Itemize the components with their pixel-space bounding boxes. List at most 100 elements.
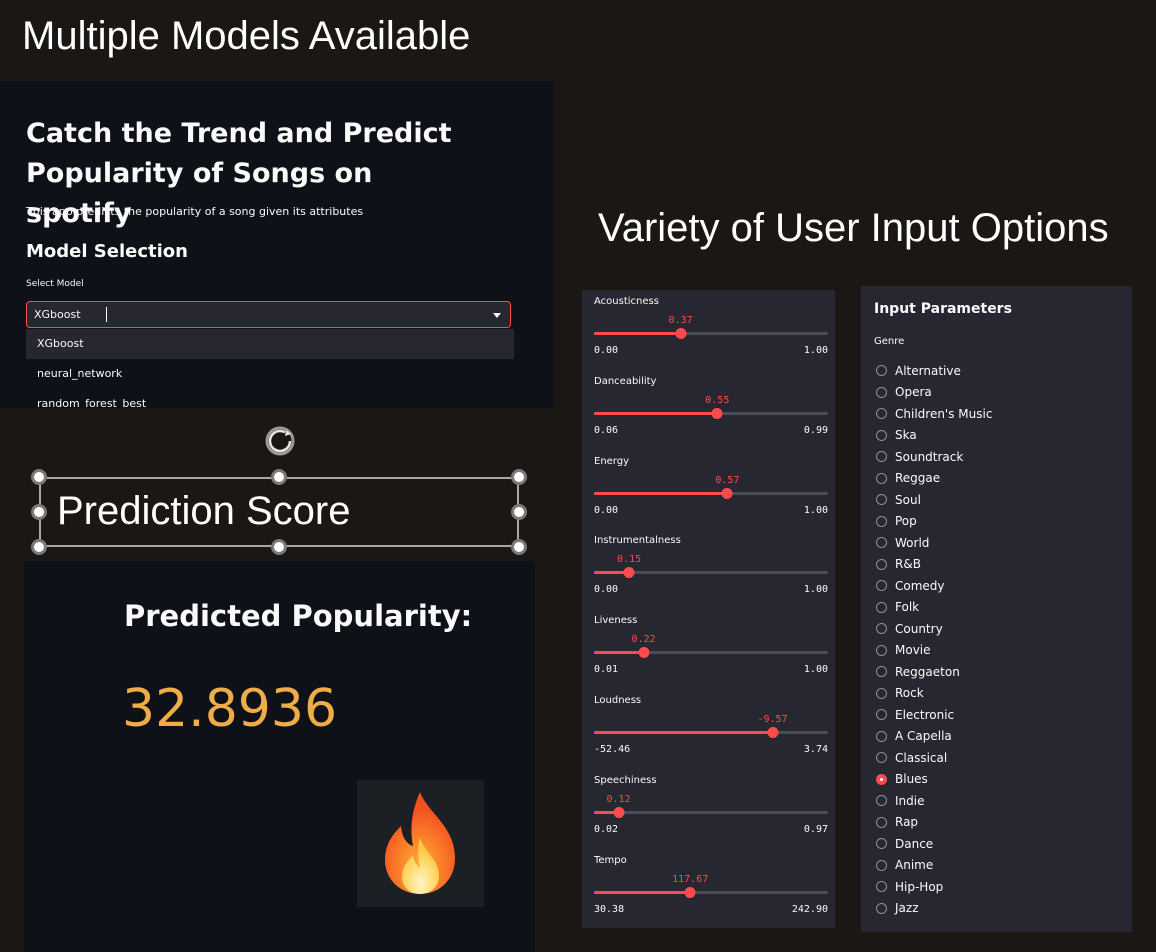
radio-button-icon[interactable]: [876, 623, 887, 635]
slider-thumb[interactable]: [623, 567, 635, 579]
radio-button-icon[interactable]: [876, 644, 887, 656]
resize-handle-top-right[interactable]: [511, 469, 527, 485]
slider-thumb[interactable]: [638, 647, 650, 659]
radio-button-icon[interactable]: [876, 494, 887, 506]
slider-thumb[interactable]: [721, 487, 733, 499]
slider-liveness[interactable]: Liveness 0.22 0.01 1.00: [582, 609, 835, 689]
genre-option[interactable]: Opera: [876, 382, 992, 404]
resize-handle-bottom[interactable]: [271, 539, 287, 555]
genre-option[interactable]: Folk: [876, 597, 992, 619]
radio-button-icon[interactable]: [876, 687, 887, 699]
resize-handle-bottom-left[interactable]: [31, 539, 47, 555]
genre-option[interactable]: Electronic: [876, 704, 992, 726]
slider-track[interactable]: [594, 647, 828, 659]
genre-option[interactable]: World: [876, 532, 992, 554]
genre-option[interactable]: Hip-Hop: [876, 876, 992, 898]
model-select[interactable]: XGboost: [26, 301, 511, 328]
slider-thumb[interactable]: [684, 886, 696, 898]
radio-button-icon[interactable]: [876, 773, 887, 785]
resize-handle-top[interactable]: [271, 469, 287, 485]
radio-button-icon[interactable]: [876, 666, 887, 678]
genre-option[interactable]: Rap: [876, 812, 992, 834]
slider-thumb[interactable]: [711, 407, 723, 419]
radio-button-icon[interactable]: [876, 601, 887, 613]
radio-button-icon[interactable]: [876, 859, 887, 871]
genre-option[interactable]: Alternative: [876, 360, 992, 382]
genre-option[interactable]: A Capella: [876, 726, 992, 748]
slider-min: 0.06: [594, 424, 619, 436]
genre-option[interactable]: Reggaeton: [876, 661, 992, 683]
radio-button-icon[interactable]: [876, 730, 887, 742]
model-selection-heading: Model Selection: [26, 241, 188, 262]
genre-option[interactable]: R&B: [876, 554, 992, 576]
slider-thumb[interactable]: [767, 727, 779, 738]
genre-option[interactable]: Ska: [876, 425, 992, 447]
radio-button-icon[interactable]: [876, 558, 887, 570]
caption-prediction-score[interactable]: Prediction Score: [57, 491, 350, 531]
slider-track[interactable]: [594, 727, 828, 738]
radio-button-icon[interactable]: [876, 881, 887, 893]
genre-option[interactable]: Reggae: [876, 468, 992, 490]
slider-track[interactable]: [594, 328, 828, 339]
slider-thumb[interactable]: [613, 806, 625, 818]
genre-option[interactable]: Anime: [876, 855, 992, 877]
resize-handle-right[interactable]: [511, 504, 527, 520]
genre-option[interactable]: Comedy: [876, 575, 992, 597]
genre-option[interactable]: Dance: [876, 833, 992, 855]
model-option-neural-network[interactable]: neural_network: [26, 359, 514, 389]
genre-option[interactable]: Rock: [876, 683, 992, 705]
slider-acousticness[interactable]: Acousticness 0.37 0.00 1.00: [582, 290, 835, 370]
genre-radio-group: Alternative Opera Children's Music Ska Sound…: [876, 360, 992, 919]
slider-track[interactable]: [594, 806, 828, 818]
chevron-down-icon[interactable]: [493, 313, 501, 318]
model-option-random-forest[interactable]: random_forest_best: [26, 389, 514, 408]
model-option-xgboost[interactable]: XGboost: [26, 329, 514, 359]
radio-button-icon[interactable]: [876, 838, 887, 850]
slider-tempo[interactable]: Tempo 117.67 30.38 242.90: [582, 849, 835, 929]
slider-loudness[interactable]: Loudness -9.57 -52.46 3.74: [582, 689, 835, 769]
radio-button-icon[interactable]: [876, 365, 887, 377]
radio-button-icon[interactable]: [876, 816, 887, 828]
radio-button-icon[interactable]: [876, 752, 887, 764]
slider-track[interactable]: [594, 567, 828, 579]
slider-min: 30.38: [594, 903, 625, 915]
slider-track[interactable]: [594, 487, 828, 499]
radio-button-icon[interactable]: [876, 386, 887, 398]
genre-option[interactable]: Blues: [876, 769, 992, 791]
radio-button-icon[interactable]: [876, 429, 887, 441]
slider-instrumentalness[interactable]: Instrumentalness 0.15 0.00 1.00: [582, 529, 835, 609]
rotate-icon[interactable]: [264, 426, 296, 456]
genre-label: Genre: [874, 336, 905, 347]
slider-max: 1.00: [803, 584, 828, 596]
slider-energy[interactable]: Energy 0.57 0.00 1.00: [582, 450, 835, 530]
radio-button-icon[interactable]: [876, 580, 887, 592]
slider-thumb[interactable]: [675, 328, 687, 339]
genre-option[interactable]: Soul: [876, 489, 992, 511]
caption-user-input-options: Variety of User Input Options: [598, 206, 1109, 250]
slider-track[interactable]: [594, 407, 828, 419]
genre-option[interactable]: Movie: [876, 640, 992, 662]
slider-danceability[interactable]: Danceability 0.55 0.06 0.99: [582, 370, 835, 450]
radio-button-icon[interactable]: [876, 515, 887, 527]
radio-button-icon[interactable]: [876, 709, 887, 721]
genre-option[interactable]: Country: [876, 618, 992, 640]
genre-option[interactable]: Soundtrack: [876, 446, 992, 468]
radio-button-icon[interactable]: [876, 408, 887, 420]
radio-button-icon[interactable]: [876, 902, 887, 914]
genre-option[interactable]: Children's Music: [876, 403, 992, 425]
resize-handle-left[interactable]: [31, 504, 47, 520]
radio-button-icon[interactable]: [876, 451, 887, 463]
genre-option[interactable]: Classical: [876, 747, 992, 769]
genre-option[interactable]: Pop: [876, 511, 992, 533]
slider-track[interactable]: [594, 886, 828, 898]
radio-button-icon[interactable]: [876, 795, 887, 807]
slider-value: 0.15: [617, 554, 642, 566]
radio-button-icon[interactable]: [876, 472, 887, 484]
input-parameters-panel: Input Parameters Genre Alternative Opera C…: [861, 286, 1132, 932]
genre-option[interactable]: Jazz: [876, 898, 992, 920]
radio-button-icon[interactable]: [876, 537, 887, 549]
genre-option[interactable]: Indie: [876, 790, 992, 812]
resize-handle-top-left[interactable]: [31, 469, 47, 485]
resize-handle-bottom-right[interactable]: [511, 539, 527, 555]
slider-speechiness[interactable]: Speechiness 0.12 0.02 0.97: [582, 769, 835, 849]
